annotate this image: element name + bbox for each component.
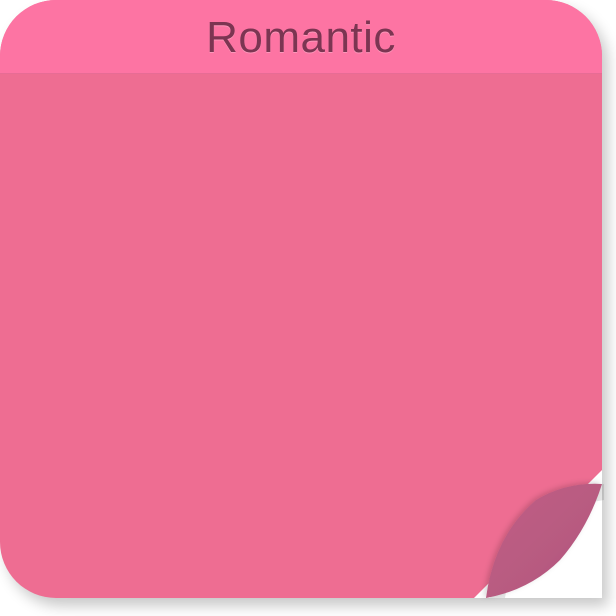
note-header: Romantic xyxy=(0,0,602,74)
sticky-note-canvas: Romantic xyxy=(0,0,616,616)
sticky-note[interactable]: Romantic xyxy=(0,0,602,598)
note-title: Romantic xyxy=(206,12,396,62)
